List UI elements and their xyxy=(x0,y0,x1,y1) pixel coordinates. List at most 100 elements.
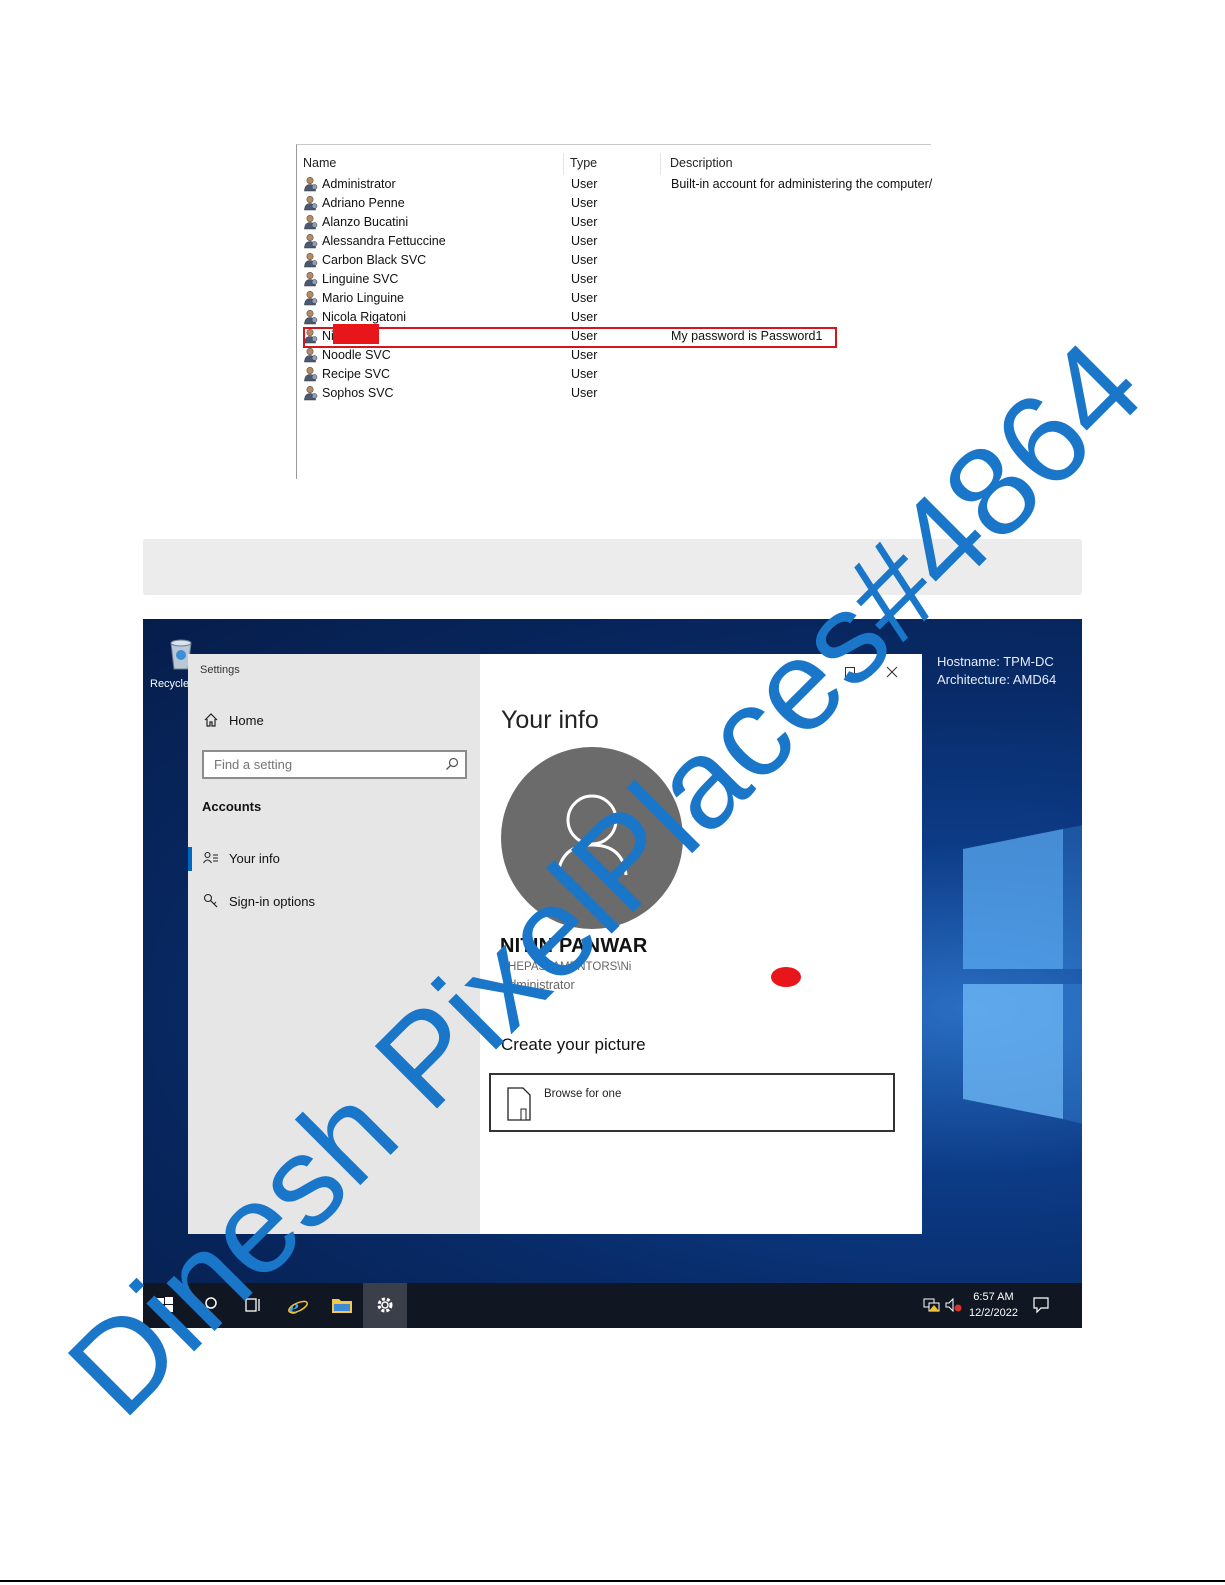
column-header-name[interactable]: Name xyxy=(303,156,336,170)
user-name-cell: Linguine SVC xyxy=(322,272,399,286)
active-indicator xyxy=(188,847,192,871)
caption-bar xyxy=(143,539,1082,595)
user-row[interactable]: Noodle SVC User xyxy=(297,346,931,365)
user-type-cell: User xyxy=(571,310,598,324)
home-icon xyxy=(204,713,218,727)
find-setting-search[interactable] xyxy=(202,750,467,779)
user-row[interactable]: Alanzo Bucatini User xyxy=(297,213,931,232)
gear-icon xyxy=(377,1297,393,1313)
user-account-icon xyxy=(304,309,318,325)
desktop-screenshot: Hostname: TPM-DC Architecture: AMD64 Rec… xyxy=(143,619,1082,1328)
user-name-cell: Alessandra Fettuccine xyxy=(322,234,446,248)
svg-text:e: e xyxy=(289,1295,299,1317)
user-account-icon xyxy=(304,176,318,192)
user-name-cell: Carbon Black SVC xyxy=(322,253,427,267)
action-center-icon[interactable] xyxy=(1032,1296,1050,1314)
bginfo-overlay: Hostname: TPM-DC Architecture: AMD64 xyxy=(937,653,1056,689)
column-divider[interactable] xyxy=(563,153,564,175)
system-clock[interactable]: 6:57 AM 12/2/2022 xyxy=(969,1289,1018,1321)
user-name-cell: Adriano Penne xyxy=(322,196,405,210)
key-icon xyxy=(203,893,218,908)
user-display-name: NITIN PANWAR xyxy=(500,935,648,957)
user-row[interactable]: Sophos SVC User xyxy=(297,384,931,403)
user-row[interactable]: Alessandra Fettuccine User xyxy=(297,232,931,251)
user-account-icon xyxy=(304,233,318,249)
user-row[interactable]: Administrator User Built-in account for ad… xyxy=(297,175,933,194)
settings-window: Settings Home Accounts xyxy=(188,654,922,1234)
windows-logo-wallpaper xyxy=(963,825,1082,1124)
internet-explorer-icon: e xyxy=(288,1295,308,1317)
nav-label: Your info xyxy=(229,851,280,866)
user-row[interactable]: Linguine SVC User xyxy=(297,270,931,289)
user-row[interactable]: Nicola Rigatoni User xyxy=(297,308,931,327)
user-account-icon xyxy=(304,347,318,363)
start-button[interactable] xyxy=(143,1283,187,1328)
recycle-bin-label[interactable]: Recycle xyxy=(150,678,189,690)
column-divider[interactable] xyxy=(660,153,661,175)
column-header-type[interactable]: Type xyxy=(570,156,597,170)
user-type-cell: User xyxy=(571,196,598,210)
folder-icon xyxy=(332,1299,352,1313)
search-input[interactable] xyxy=(212,756,436,773)
user-type-cell: User xyxy=(571,386,598,400)
minimize-button[interactable] xyxy=(795,662,823,682)
user-type-cell: User xyxy=(571,215,598,229)
user-type-cell: User xyxy=(571,367,598,381)
user-row[interactable]: Adriano Penne User xyxy=(297,194,931,213)
home-nav-item[interactable]: Home xyxy=(203,712,264,728)
user-account-icon xyxy=(304,214,318,230)
settings-taskbar-button[interactable] xyxy=(363,1283,407,1328)
windows-start-icon xyxy=(157,1297,173,1312)
avatar xyxy=(501,747,683,929)
highlight-box xyxy=(303,327,837,348)
user-row[interactable]: Carbon Black SVC User xyxy=(297,251,931,270)
settings-sidebar: Settings Home Accounts xyxy=(188,654,480,1234)
task-view-icon xyxy=(245,1298,260,1312)
network-icon[interactable] xyxy=(923,1297,941,1313)
architecture-text: Architecture: AMD64 xyxy=(937,672,1057,687)
window-title: Settings xyxy=(200,664,240,676)
user-account-domain: THEPASTAMENTORS\Ni xyxy=(501,961,632,973)
taskbar: e 6:57 AM 12/2/2022 xyxy=(143,1283,1082,1328)
person-list-icon xyxy=(203,851,218,864)
user-name-cell: Recipe SVC xyxy=(322,367,391,381)
user-name-cell: Alanzo Bucatini xyxy=(322,215,409,229)
redaction-mark xyxy=(771,967,801,987)
user-type-cell: User xyxy=(571,348,598,362)
user-account-icon xyxy=(304,385,318,401)
user-role: Administrator xyxy=(501,978,575,992)
column-header-description[interactable]: Description xyxy=(670,156,733,170)
nav-label: Sign-in options xyxy=(229,894,315,909)
home-label: Home xyxy=(229,713,264,728)
task-view-button[interactable] xyxy=(231,1283,275,1328)
user-account-icon xyxy=(304,290,318,306)
user-name-cell: Administrator xyxy=(322,177,396,191)
file-icon xyxy=(507,1087,531,1121)
nav-your-info[interactable]: Your info xyxy=(203,850,280,866)
close-button[interactable] xyxy=(878,662,906,682)
maximize-button[interactable] xyxy=(836,662,864,682)
user-row[interactable]: Recipe SVC User xyxy=(297,365,931,384)
volume-muted-icon[interactable] xyxy=(945,1297,963,1313)
section-heading: Accounts xyxy=(202,799,262,814)
user-name-cell: Mario Linguine xyxy=(322,291,404,305)
user-row[interactable]: Mario Linguine User xyxy=(297,289,931,308)
taskbar-search-button[interactable] xyxy=(187,1283,231,1328)
browse-label: Browse for one xyxy=(544,1088,622,1100)
user-description-cell: Built-in account for administering the c… xyxy=(671,177,933,191)
search-icon xyxy=(201,1297,217,1313)
page-bottom-rule xyxy=(0,1580,1225,1582)
user-type-cell: User xyxy=(571,234,598,248)
nav-sign-in-options[interactable]: Sign-in options xyxy=(203,893,315,909)
browse-for-one-button[interactable]: Browse for one xyxy=(489,1073,895,1132)
file-explorer-button[interactable] xyxy=(319,1283,363,1328)
user-type-cell: User xyxy=(571,177,598,191)
redaction-mark xyxy=(333,324,379,344)
clock-time: 6:57 AM xyxy=(973,1291,1014,1303)
user-silhouette-icon xyxy=(556,794,628,876)
user-name-cell: Sophos SVC xyxy=(322,386,394,400)
internet-explorer-button[interactable]: e xyxy=(275,1283,319,1328)
user-list-header: Name Type Description xyxy=(297,153,931,175)
user-account-icon xyxy=(304,271,318,287)
clock-date: 12/2/2022 xyxy=(969,1307,1018,1319)
